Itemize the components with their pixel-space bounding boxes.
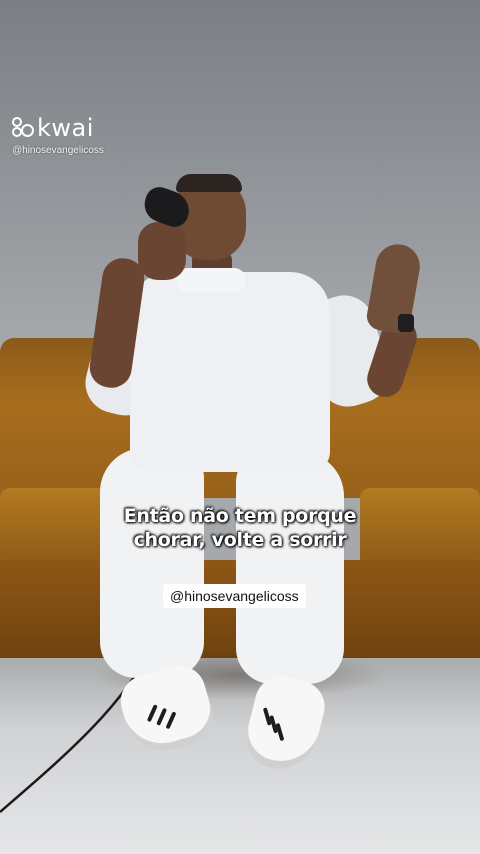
handle-tag[interactable]: @hinosevangelicoss (163, 584, 306, 608)
singer-collar (176, 268, 246, 292)
singer-leg-left (100, 448, 204, 678)
lyrics-line-2: chorar, volte a sorrir (133, 529, 347, 551)
watermark-handle: @hinosevangelicoss (12, 145, 104, 156)
video-frame[interactable]: kwai @hinosevangelicoss Então não tem po… (0, 0, 480, 854)
kwai-watermark: kwai @hinosevangelicoss (12, 116, 112, 157)
lyrics-line-1: Então não tem porque (123, 505, 357, 527)
kwai-logo-icon (12, 117, 34, 139)
kwai-brand-row: kwai (12, 116, 112, 140)
kwai-brand-name: kwai (37, 114, 94, 142)
singer-hand-left (138, 222, 186, 280)
lyrics-caption: Então não tem porque chorar, volte a sor… (0, 504, 480, 552)
singer-leg-right (236, 452, 344, 684)
singer-torso (130, 272, 330, 472)
singer-hair (176, 174, 242, 192)
watch-icon (398, 314, 414, 332)
